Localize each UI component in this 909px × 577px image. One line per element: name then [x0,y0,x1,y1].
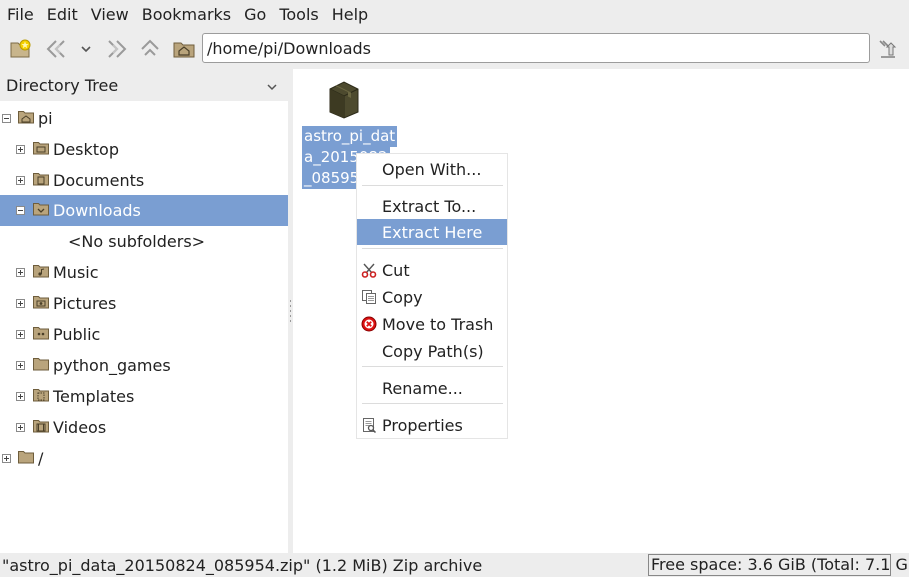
context-menu: Open With... Extract To... Extract Here … [356,153,508,439]
tree-label: Downloads [53,201,141,220]
templates-folder-icon [33,389,49,402]
music-folder-icon [33,265,49,278]
collapse-icon[interactable] [2,114,11,123]
home-icon[interactable] [172,37,196,61]
menu-separator [362,366,503,367]
zip-archive-icon [329,81,359,119]
history-dropdown-icon[interactable] [74,37,98,61]
tree-item-pictures[interactable]: Pictures [0,288,288,319]
collapse-icon[interactable] [16,206,25,215]
pictures-folder-icon [33,296,49,309]
tree-label: Videos [53,418,107,437]
chevron-down-icon[interactable] [266,77,278,96]
tree-item-desktop[interactable]: Desktop [0,134,288,165]
menu-item-open-with[interactable]: Open With... [357,156,507,182]
tree-label: pi [38,109,53,128]
status-bar: "astro_pi_data_20150824_085954.zip" (1.2… [0,553,909,577]
copy-icon [362,290,376,304]
videos-folder-icon [33,420,49,433]
menu-separator [362,248,503,249]
scissors-icon [361,263,377,278]
home-folder-icon [18,111,34,124]
menu-separator [362,185,503,186]
expand-icon[interactable] [16,361,25,370]
menu-item-cut[interactable]: Cut [357,257,507,283]
menu-item-extract-to[interactable]: Extract To... [357,193,507,219]
menu-item-copy-paths[interactable]: Copy Path(s) [357,338,507,364]
tree-label: Desktop [53,140,119,159]
path-input[interactable] [202,33,870,63]
public-folder-icon [33,327,49,340]
directory-tree-pane: Directory Tree pi Desktop Documents Down… [0,69,288,553]
tree-label: Pictures [53,294,117,313]
expand-icon[interactable] [16,423,25,432]
toolbar [0,29,909,67]
tree-label: Templates [53,387,135,406]
expand-icon[interactable] [2,454,11,463]
go-icon[interactable] [876,37,900,61]
tree-label: Public [53,325,101,344]
documents-folder-icon [33,173,49,186]
forward-icon[interactable] [104,37,128,61]
tree-label: python_games [53,356,171,375]
desktop-folder-icon [33,142,49,155]
pane-selector[interactable]: Directory Tree [0,69,288,101]
tree-label: / [38,449,44,468]
pane-header-label: Directory Tree [6,75,119,95]
menu-go[interactable]: Go [241,0,276,29]
tree-item-root[interactable]: / [0,443,288,474]
menu-item-copy[interactable]: Copy [357,284,507,310]
menu-item-properties[interactable]: Properties [357,412,507,438]
expand-icon[interactable] [16,145,25,154]
properties-icon [363,418,377,433]
menu-help[interactable]: Help [329,0,378,29]
back-icon[interactable] [45,37,69,61]
expand-icon[interactable] [16,176,25,185]
expand-icon[interactable] [16,392,25,401]
free-space-info: Free space: 3.6 GiB (Total: 7.1 GiB) [648,554,909,576]
selection-info: "astro_pi_data_20150824_085954.zip" (1.2… [2,556,483,575]
tree-label: Documents [53,171,145,190]
menu-item-move-to-trash[interactable]: Move to Trash [357,311,507,337]
tree-item-no-subfolders: <No subfolders> [0,226,288,257]
menu-edit[interactable]: Edit [44,0,88,29]
tree-item-downloads[interactable]: Downloads [0,195,288,226]
up-icon[interactable] [138,37,162,61]
folder-icon [18,451,34,464]
expand-icon[interactable] [16,268,25,277]
menu-file[interactable]: File [4,0,44,29]
menu-view[interactable]: View [88,0,139,29]
menu-tools[interactable]: Tools [276,0,328,29]
folder-icon [33,358,49,371]
menu-item-rename[interactable]: Rename... [357,375,507,401]
tree-item-templates[interactable]: Templates [0,381,288,412]
tree-item-videos[interactable]: Videos [0,412,288,443]
tree-item-documents[interactable]: Documents [0,165,288,196]
expand-icon[interactable] [16,330,25,339]
tree-label: <No subfolders> [68,232,206,251]
menu-bookmarks[interactable]: Bookmarks [139,0,241,29]
tree-item-python-games[interactable]: python_games [0,350,288,381]
downloads-folder-icon [33,203,49,216]
new-tab-icon[interactable] [9,37,33,61]
menu-bar: File Edit View Bookmarks Go Tools Help [0,0,909,29]
menu-item-extract-here[interactable]: Extract Here [357,219,507,245]
menu-separator [362,403,503,404]
expand-icon[interactable] [16,299,25,308]
trash-icon [361,316,377,332]
tree-item-music[interactable]: Music [0,257,288,288]
tree-label: Music [53,263,99,282]
tree-item-pi[interactable]: pi [0,103,288,134]
tree-item-public[interactable]: Public [0,319,288,350]
